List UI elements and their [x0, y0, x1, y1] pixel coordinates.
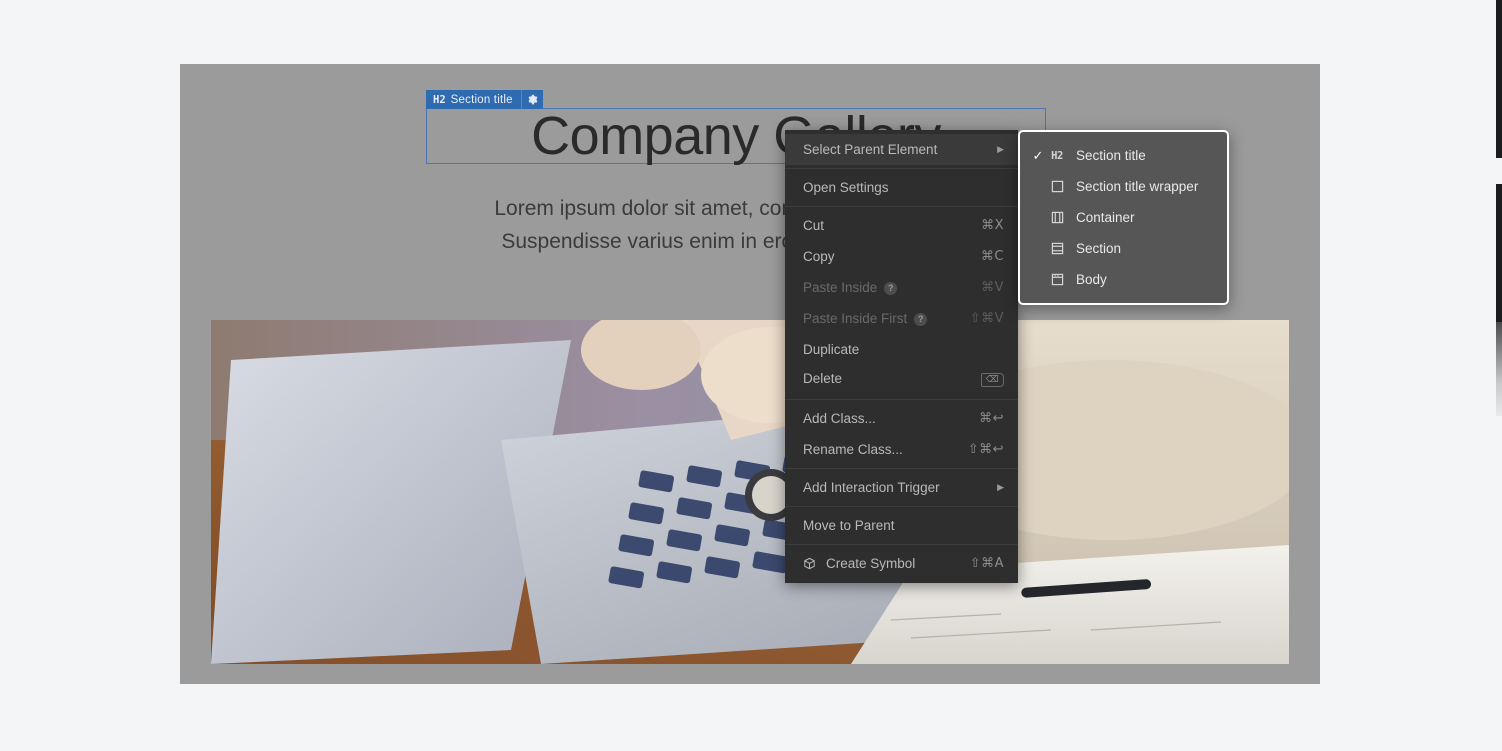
- menu-divider: [785, 168, 1018, 169]
- menu-item-shortcut: ⇧⌘A: [969, 556, 1004, 571]
- menu-group-clipboard: Cut ⌘X Copy ⌘C Paste Inside? ⌘V Paste In…: [785, 210, 1018, 396]
- menu-item-copy[interactable]: Copy ⌘C: [785, 241, 1018, 272]
- menu-item-label: Open Settings: [803, 180, 889, 195]
- menu-item-shortcut: ⌘C: [980, 249, 1004, 264]
- menu-item-add-class[interactable]: Add Class... ⌘↩: [785, 403, 1018, 434]
- menu-item-label: Delete: [803, 371, 843, 386]
- menu-item-shortcut: ⌘↩: [979, 411, 1004, 426]
- chevron-right-icon: ▶: [997, 144, 1004, 154]
- menu-item-label: Paste Inside First: [803, 311, 908, 326]
- menu-group-class: Add Class... ⌘↩ Rename Class... ⇧⌘↩: [785, 403, 1018, 465]
- menu-item-label: Copy: [803, 249, 835, 264]
- square-icon: [1046, 180, 1068, 193]
- submenu-item-container[interactable]: Container: [1020, 202, 1227, 233]
- menu-divider: [785, 206, 1018, 207]
- menu-item-duplicate[interactable]: Duplicate: [785, 334, 1018, 365]
- menu-item-shortcut: ⇧⌘↩: [967, 442, 1004, 457]
- context-menu[interactable]: Select Parent Element ▶ Open Settings Cu…: [785, 130, 1018, 583]
- menu-item-add-interaction-trigger[interactable]: Add Interaction Trigger ▶: [785, 472, 1018, 503]
- section-icon: [1046, 242, 1068, 255]
- container-icon: [1046, 211, 1068, 224]
- menu-item-shortcut: ⌘V: [981, 280, 1004, 295]
- body-icon: [1046, 273, 1068, 286]
- menu-item-label: Paste Inside: [803, 280, 878, 295]
- menu-item-shortcut: ⇧⌘V: [969, 311, 1004, 326]
- submenu-item-section-title-wrapper[interactable]: Section title wrapper: [1020, 171, 1227, 202]
- menu-item-label-wrap: Paste Inside First?: [803, 311, 970, 326]
- menu-item-cut[interactable]: Cut ⌘X: [785, 210, 1018, 241]
- cube-icon: [803, 557, 816, 570]
- menu-item-open-settings[interactable]: Open Settings: [785, 172, 1018, 203]
- chevron-right-icon: ▶: [997, 482, 1004, 492]
- badge-label: Section title: [450, 93, 513, 106]
- menu-item-label: Rename Class...: [803, 442, 903, 457]
- menu-divider: [785, 468, 1018, 469]
- menu-item-create-symbol[interactable]: Create Symbol ⇧⌘A: [785, 548, 1018, 579]
- submenu-item-label: Body: [1076, 272, 1107, 287]
- menu-item-paste-inside: Paste Inside? ⌘V: [785, 272, 1018, 303]
- menu-item-label: Create Symbol: [826, 556, 916, 571]
- right-panel-edge-bottom: [1496, 322, 1502, 416]
- gallery-photo[interactable]: [211, 320, 1289, 664]
- menu-item-paste-inside-first: Paste Inside First? ⇧⌘V: [785, 303, 1018, 334]
- submenu-item-label: Section title: [1076, 148, 1146, 163]
- menu-item-delete[interactable]: Delete ⌫: [785, 365, 1018, 396]
- help-icon[interactable]: ?: [914, 312, 928, 326]
- select-parent-element-submenu[interactable]: ✓ H2 Section title Section title wrapper: [1018, 130, 1229, 305]
- element-label-badge[interactable]: H2 Section title: [426, 90, 543, 109]
- menu-item-label: Cut: [803, 218, 825, 233]
- submenu-item-label: Container: [1076, 210, 1135, 225]
- menu-group-parent: Select Parent Element ▶: [785, 130, 1018, 165]
- menu-divider: [785, 506, 1018, 507]
- h2-icon: H2: [1051, 149, 1063, 162]
- help-icon[interactable]: ?: [884, 281, 898, 295]
- menu-group-move: Move to Parent: [785, 510, 1018, 541]
- submenu-item-label: Section: [1076, 241, 1122, 256]
- menu-item-label: Select Parent Element: [803, 142, 938, 157]
- app-root: H2 Section title Company Gallery Lorem i…: [0, 0, 1502, 751]
- menu-item-shortcut: ⌘X: [981, 218, 1004, 233]
- backspace-key-icon: ⌫: [980, 372, 1004, 387]
- menu-item-label-wrap: Paste Inside?: [803, 280, 981, 295]
- menu-item-label: Duplicate: [803, 342, 860, 357]
- menu-item-label: Add Interaction Trigger: [803, 480, 940, 495]
- submenu-item-label: Section title wrapper: [1076, 179, 1199, 194]
- menu-item-shortcut: ⌫: [980, 371, 1004, 387]
- right-panel-edge-top: [1496, 0, 1502, 158]
- right-panel-edge-middle: [1496, 184, 1502, 322]
- menu-item-label: Add Class...: [803, 411, 876, 426]
- menu-group-interaction: Add Interaction Trigger ▶: [785, 472, 1018, 503]
- checkmark-icon: ✓: [1032, 147, 1044, 163]
- menu-item-label: Move to Parent: [803, 518, 895, 533]
- submenu-item-body[interactable]: Body: [1020, 264, 1227, 295]
- h2-tag-icon: H2: [433, 93, 446, 106]
- submenu-item-section-title[interactable]: ✓ H2 Section title: [1020, 140, 1227, 171]
- menu-item-rename-class[interactable]: Rename Class... ⇧⌘↩: [785, 434, 1018, 465]
- menu-group-symbol: Create Symbol ⇧⌘A: [785, 548, 1018, 583]
- menu-divider: [785, 544, 1018, 545]
- submenu-item-section[interactable]: Section: [1020, 233, 1227, 264]
- menu-item-select-parent-element[interactable]: Select Parent Element ▶: [785, 134, 1018, 165]
- menu-group-settings: Open Settings: [785, 172, 1018, 203]
- menu-divider: [785, 399, 1018, 400]
- menu-item-move-to-parent[interactable]: Move to Parent: [785, 510, 1018, 541]
